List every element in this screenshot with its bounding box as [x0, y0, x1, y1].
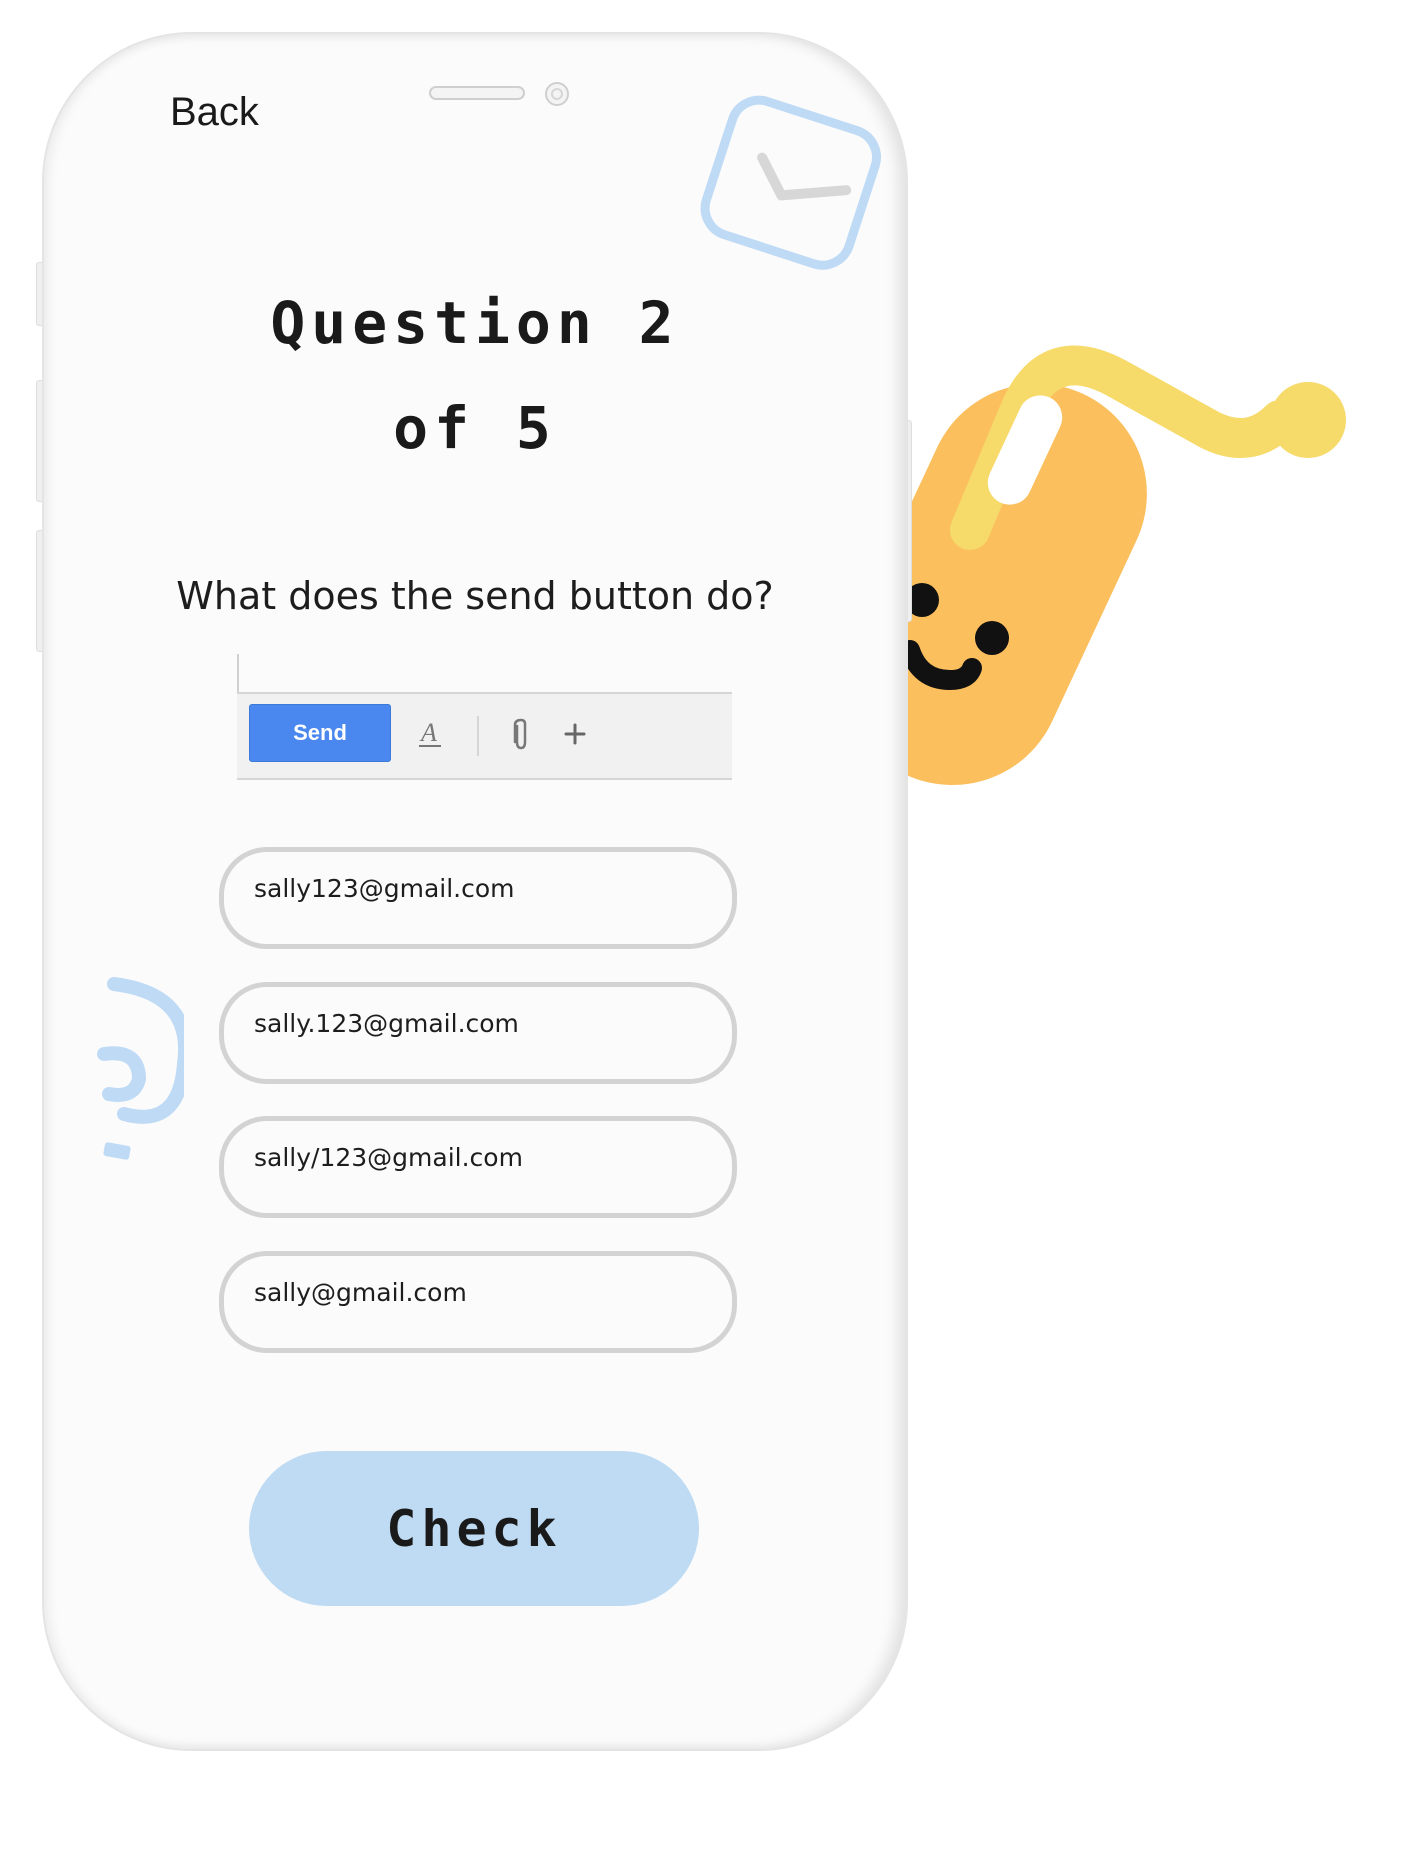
- answer-option-label: sally/123@gmail.com: [254, 1143, 523, 1172]
- question-counter-line1: Question 2: [270, 289, 680, 357]
- question-text: What does the send button do?: [176, 574, 774, 618]
- at-sign-icon: [97, 977, 184, 1160]
- text-format-icon[interactable]: A: [409, 714, 449, 754]
- answer-option[interactable]: sally/123@gmail.com: [219, 1116, 737, 1218]
- send-button-label: Send: [293, 720, 347, 745]
- camera-icon: [545, 82, 569, 106]
- plus-icon[interactable]: [555, 714, 595, 754]
- check-button-label: Check: [386, 1499, 562, 1558]
- computer-mouse-mascot: [890, 345, 1346, 786]
- answer-option[interactable]: sally123@gmail.com: [219, 847, 737, 949]
- toolbar-separator: [477, 716, 479, 756]
- attachment-icon[interactable]: [501, 714, 541, 754]
- phone-frame: Back Question 2 of 5 What does the send …: [42, 32, 908, 1751]
- question-counter-line2: of 5: [393, 394, 557, 462]
- phone-speaker: [429, 86, 525, 100]
- answer-option[interactable]: sally.123@gmail.com: [219, 982, 737, 1084]
- answer-option-label: sally123@gmail.com: [254, 874, 515, 903]
- envelope-icon: [700, 95, 881, 270]
- svg-text:A: A: [419, 718, 437, 747]
- answer-option-label: sally@gmail.com: [254, 1278, 467, 1307]
- answer-option[interactable]: sally@gmail.com: [219, 1251, 737, 1353]
- send-button[interactable]: Send: [249, 704, 391, 762]
- check-button[interactable]: Check: [249, 1451, 699, 1606]
- email-toolbar-image: Send A: [237, 654, 732, 780]
- answer-option-label: sally.123@gmail.com: [254, 1009, 519, 1038]
- back-button[interactable]: Back: [170, 90, 259, 135]
